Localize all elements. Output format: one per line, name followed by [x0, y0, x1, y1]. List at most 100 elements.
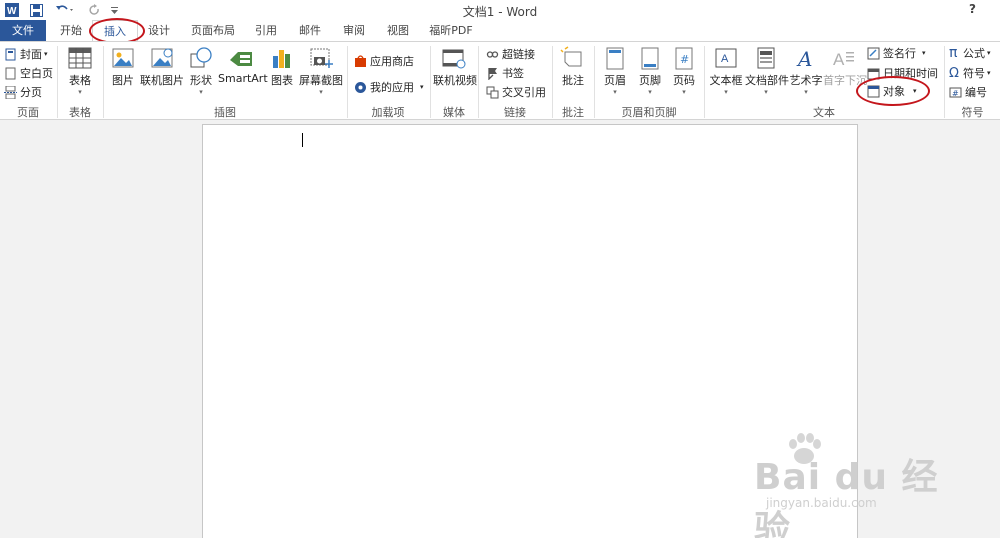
- online-video-button[interactable]: 联机视频: [433, 46, 477, 88]
- chevron-down-icon: ▾: [613, 88, 617, 96]
- quick-parts-icon: [753, 46, 779, 70]
- group-label-table: 表格: [69, 106, 91, 119]
- online-video-icon: [441, 46, 467, 70]
- chart-button[interactable]: 图表: [268, 46, 296, 88]
- blank-page-button[interactable]: 空白页: [4, 64, 53, 82]
- drop-cap-icon: A: [830, 46, 856, 70]
- chevron-down-icon: ▾: [764, 88, 768, 96]
- baidu-watermark: Bai du 经验 jingyan.baidu.com: [744, 430, 944, 538]
- chevron-down-icon: ▾: [804, 88, 808, 96]
- cover-page-button[interactable]: 封面 ▾: [4, 45, 48, 63]
- group-label-text: 文本: [813, 106, 835, 119]
- screenshot-button[interactable]: 屏幕截图 ▾: [298, 46, 344, 96]
- svg-text:A: A: [833, 50, 845, 69]
- picture-button[interactable]: 图片: [108, 46, 138, 88]
- equation-button[interactable]: π 公式 ▾: [949, 44, 991, 62]
- number-button[interactable]: # 编号: [949, 83, 987, 101]
- pi-icon: π: [949, 45, 958, 61]
- text-cursor: [302, 133, 303, 147]
- page-break-icon: [4, 85, 17, 99]
- watermark-url: jingyan.baidu.com: [766, 496, 877, 510]
- tab-file[interactable]: 文件: [0, 20, 46, 41]
- group-label-pages: 页面: [17, 106, 39, 119]
- number-icon: #: [949, 86, 962, 99]
- tab-home[interactable]: 开始: [52, 20, 90, 41]
- chevron-down-icon: ▾: [78, 88, 82, 96]
- group-label-illustrations: 插图: [214, 106, 236, 119]
- hyperlink-icon: [486, 48, 499, 61]
- textbox-icon: A: [713, 46, 739, 70]
- cross-reference-icon: [486, 86, 499, 99]
- tab-mailings[interactable]: 邮件: [292, 20, 328, 41]
- chart-icon: [269, 46, 295, 70]
- svg-text:A: A: [721, 53, 729, 65]
- bookmark-icon: [486, 67, 499, 81]
- tab-design[interactable]: 设计: [140, 20, 178, 41]
- shapes-button[interactable]: 形状 ▾: [187, 46, 215, 96]
- screenshot-icon: [308, 46, 334, 70]
- page-number-button[interactable]: # 页码 ▾: [669, 46, 699, 96]
- online-picture-icon: [149, 46, 175, 70]
- page-break-button[interactable]: 分页: [4, 83, 42, 101]
- svg-text:A: A: [796, 47, 812, 70]
- signature-line-button[interactable]: 签名行 ▾: [867, 44, 926, 62]
- help-button[interactable]: ?: [969, 2, 976, 16]
- tab-foxit-pdf[interactable]: 福昕PDF: [424, 20, 478, 41]
- smartart-icon: [228, 46, 254, 70]
- header-icon: [602, 46, 628, 70]
- header-button[interactable]: 页眉 ▾: [600, 46, 630, 96]
- group-label-addins: 加载项: [371, 106, 405, 119]
- group-label-symbols: 符号: [961, 106, 984, 119]
- chevron-down-icon: ▾: [199, 88, 203, 96]
- wordart-button[interactable]: A 艺术字 ▾: [789, 46, 823, 96]
- highlight-object-button: [856, 76, 930, 106]
- table-icon: [67, 46, 93, 70]
- watermark-text: Bai du 经验: [754, 457, 939, 538]
- drop-cap-button[interactable]: A 首字下沉: [823, 46, 867, 88]
- new-comment-button[interactable]: 批注: [558, 46, 588, 88]
- group-label-links: 链接: [504, 106, 526, 119]
- table-button[interactable]: 表格 ▾: [62, 46, 98, 96]
- hyperlink-button[interactable]: 超链接: [486, 45, 535, 63]
- group-label-comments: 批注: [562, 106, 584, 119]
- smartart-button[interactable]: SmartArt: [218, 46, 268, 85]
- quick-parts-button[interactable]: 文档部件 ▾: [745, 46, 789, 96]
- chevron-down-icon: ▾: [420, 83, 424, 91]
- omega-icon: Ω: [949, 65, 959, 81]
- chevron-down-icon: ▾: [922, 49, 926, 57]
- cover-page-icon: [4, 48, 17, 61]
- footer-button[interactable]: 页脚 ▾: [635, 46, 665, 96]
- title-bar: W 文档1 - Word ?: [0, 0, 1000, 20]
- office-store-button[interactable]: 应用商店: [354, 52, 414, 70]
- signature-icon: [867, 47, 880, 60]
- picture-icon: [110, 46, 136, 70]
- page-number-icon: #: [671, 46, 697, 70]
- blank-page-icon: [4, 67, 17, 80]
- window-title: 文档1 - Word: [462, 5, 538, 19]
- bookmark-button[interactable]: 书签: [486, 64, 524, 82]
- tab-review[interactable]: 审阅: [336, 20, 372, 41]
- chevron-down-icon: ▾: [682, 88, 686, 96]
- chevron-down-icon: ▾: [319, 88, 323, 96]
- wordart-icon: A: [793, 46, 819, 71]
- my-apps-button[interactable]: 我的应用 ▾: [354, 78, 424, 96]
- group-label-header-footer: 页眉和页脚: [621, 106, 677, 119]
- my-apps-icon: [354, 81, 367, 94]
- group-label-media: 媒体: [443, 106, 465, 119]
- ribbon: 封面 ▾ 空白页 分页 页面 表格 ▾ 表格 图片 联机图片 形状 ▾ Smar…: [0, 41, 1000, 120]
- tab-view[interactable]: 视图: [380, 20, 416, 41]
- tab-layout[interactable]: 页面布局: [186, 20, 240, 41]
- store-icon: [354, 54, 367, 68]
- symbol-button[interactable]: Ω 符号 ▾: [949, 64, 991, 82]
- chevron-down-icon: ▾: [648, 88, 652, 96]
- chevron-down-icon: ▾: [724, 88, 728, 96]
- cross-reference-button[interactable]: 交叉引用: [486, 83, 546, 101]
- shapes-icon: [188, 46, 214, 70]
- tab-bar: 文件 开始 插入 设计 页面布局 引用 邮件 审阅 视图 福昕PDF: [0, 20, 1000, 41]
- svg-text:#: #: [680, 53, 689, 66]
- footer-icon: [637, 46, 663, 70]
- tab-references[interactable]: 引用: [248, 20, 284, 41]
- textbox-button[interactable]: A 文本框 ▾: [709, 46, 743, 96]
- online-picture-button[interactable]: 联机图片: [140, 46, 184, 88]
- svg-text:#: #: [952, 89, 959, 98]
